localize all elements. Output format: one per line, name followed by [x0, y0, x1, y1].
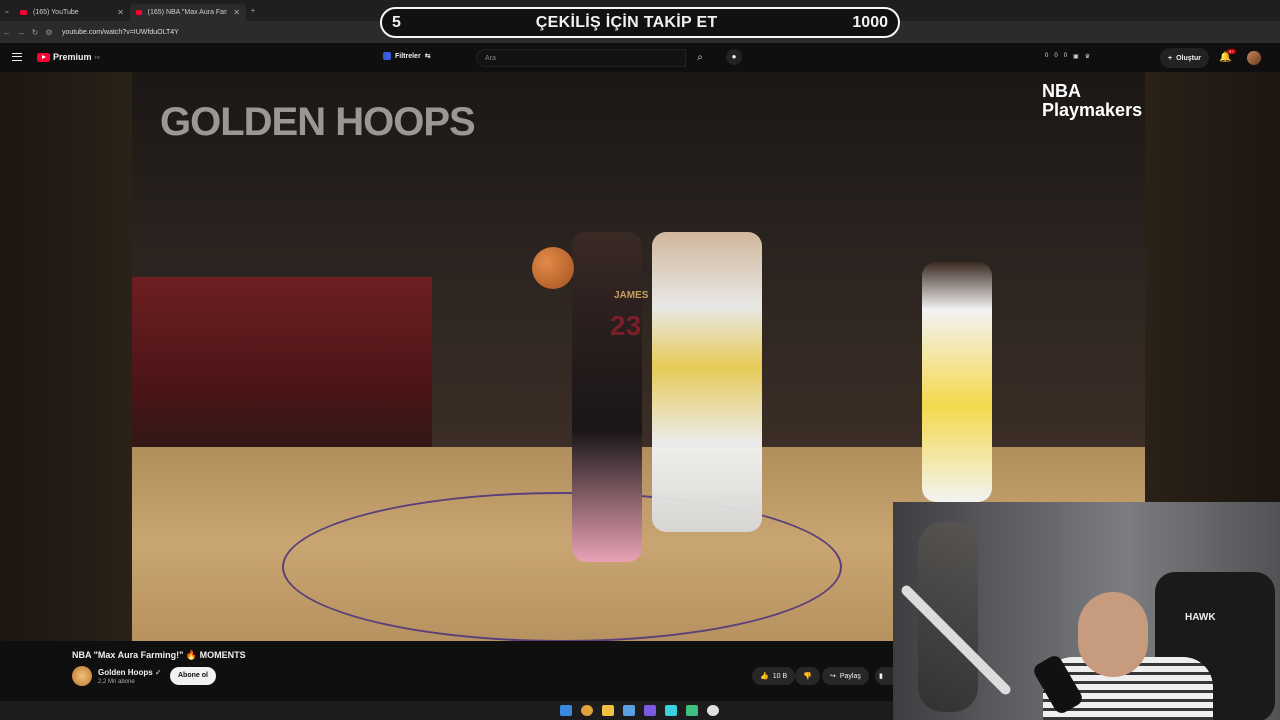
ambient-right	[1145, 72, 1280, 502]
watermark-line1: NBA	[1042, 81, 1081, 101]
account-avatar[interactable]	[1247, 51, 1261, 65]
tab-youtube-home[interactable]: (165) YouTube ✕	[14, 4, 130, 21]
windows-taskbar	[0, 701, 893, 720]
close-tab-icon[interactable]: ✕	[117, 8, 124, 17]
obs-icon[interactable]	[707, 705, 719, 716]
chair-brand: HAWK	[1185, 612, 1216, 623]
chrome-icon[interactable]	[581, 705, 593, 716]
microphone-icon[interactable]: ●	[726, 49, 742, 65]
logo-text: Premium	[53, 52, 92, 62]
ext-counter-2[interactable]: 0	[1054, 53, 1057, 60]
share-button[interactable]: ↪ Paylaş	[822, 667, 869, 685]
video-bench	[132, 277, 432, 467]
player-right	[922, 262, 992, 502]
youtube-masthead: Premium TR Filtreler ⇆ Ara ⌕ ● 0 0 0 ▣ ♛…	[0, 44, 1280, 72]
ambient-left	[0, 72, 132, 641]
site-info-icon[interactable]: ⚙	[42, 28, 56, 37]
taskbar-icons	[560, 705, 719, 716]
discord-icon[interactable]	[644, 705, 656, 716]
new-tab-icon[interactable]: +	[246, 6, 260, 15]
watermark-line2: Playmakers	[1042, 99, 1143, 120]
stream-follow-banner: 5 ÇEKİLİŞ İÇİN TAKİP ET 1000	[380, 7, 900, 38]
logo-region: TR	[94, 54, 100, 60]
player-defender	[652, 232, 762, 532]
url-field[interactable]: youtube.com/watch?v=IUWfduOLT4Y	[62, 29, 179, 36]
dislike-button[interactable]: 👎	[795, 667, 820, 685]
folder-icon[interactable]	[602, 705, 614, 716]
banner-right-number: 1000	[852, 13, 888, 31]
search-input[interactable]: Ara	[476, 49, 686, 67]
back-icon[interactable]: ←	[0, 28, 14, 37]
banner-text: ÇEKİLİŞ İÇİN TAKİP ET	[535, 13, 718, 31]
filter-extension-icon	[383, 52, 391, 60]
subscriber-count: 2,2 Mn abone	[98, 679, 135, 685]
tab-label: (165) NBA "Max Aura Farming!"	[147, 8, 228, 16]
create-button[interactable]: + Oluştur	[1160, 48, 1209, 68]
channel-avatar[interactable]	[72, 666, 92, 686]
save-button[interactable]: ▮	[875, 667, 893, 685]
app-icon[interactable]	[623, 705, 635, 716]
ext-counter-1[interactable]: 0	[1045, 53, 1048, 60]
jersey-number: 23	[610, 310, 642, 341]
app2-icon[interactable]	[665, 705, 677, 716]
tab-label: (165) YouTube	[33, 8, 79, 16]
close-tab-icon[interactable]: ✕	[233, 8, 240, 17]
streamer-face	[1078, 592, 1148, 677]
like-button[interactable]: 👍 10 B	[752, 667, 796, 685]
menu-icon[interactable]	[12, 53, 22, 61]
thumbs-down-icon: 👎	[803, 673, 812, 680]
watermark-nba-playmakers: NBA Playmakers	[1042, 82, 1142, 120]
banner-left-number: 5	[392, 13, 401, 31]
subscribe-button[interactable]: Abone ol	[170, 667, 216, 685]
search-icon[interactable]: ⌕	[690, 49, 710, 67]
sliders-icon: ⇆	[424, 53, 431, 60]
youtube-logo[interactable]: Premium TR	[37, 52, 100, 62]
jersey-name: JAMES	[614, 290, 649, 301]
share-icon: ↪	[830, 673, 836, 680]
like-count: 10 B	[772, 672, 788, 680]
reload-icon[interactable]: ↻	[28, 28, 42, 37]
plus-icon: +	[1168, 54, 1173, 62]
bookmark-icon: ▮	[879, 673, 883, 680]
extension-counters: 0 0 0 ▣ ♛	[1045, 53, 1090, 60]
youtube-favicon-icon	[136, 9, 142, 15]
start-icon[interactable]	[560, 705, 572, 716]
filters-label: Filtreler	[395, 52, 421, 60]
tab-list-icon[interactable]: ⌄	[0, 6, 14, 15]
video-info: NBA "Max Aura Farming!" 🔥 MOMENTS Golden…	[0, 641, 893, 701]
thumbs-up-icon: 👍	[760, 673, 769, 680]
video-title: NBA "Max Aura Farming!" 🔥 MOMENTS	[72, 650, 246, 660]
basketball	[532, 247, 574, 289]
ext-counter-3[interactable]: 0	[1064, 53, 1067, 60]
channel-name[interactable]: Golden Hoops ✓	[98, 668, 162, 677]
share-label: Paylaş	[839, 672, 861, 680]
forward-icon[interactable]: →	[14, 28, 28, 37]
tab-video[interactable]: (165) NBA "Max Aura Farming!" ✕	[130, 3, 246, 21]
channel-name-text: Golden Hoops	[98, 668, 153, 677]
streamer-webcam: HAWK	[893, 502, 1280, 720]
filters-button[interactable]: Filtreler ⇆	[383, 52, 431, 60]
app3-icon[interactable]	[686, 705, 698, 716]
player-main	[572, 232, 642, 562]
trophy-icon[interactable]: ♛	[1085, 53, 1090, 60]
notification-badge: 9+	[1227, 49, 1236, 54]
extension-icon[interactable]: ▣	[1073, 53, 1079, 60]
verified-icon: ✓	[154, 668, 162, 677]
watermark-golden-hoops: GOLDEN HOOPS	[160, 100, 476, 144]
youtube-play-icon	[37, 52, 50, 62]
youtube-favicon-icon	[20, 9, 27, 15]
create-label: Oluştur	[1176, 54, 1201, 62]
